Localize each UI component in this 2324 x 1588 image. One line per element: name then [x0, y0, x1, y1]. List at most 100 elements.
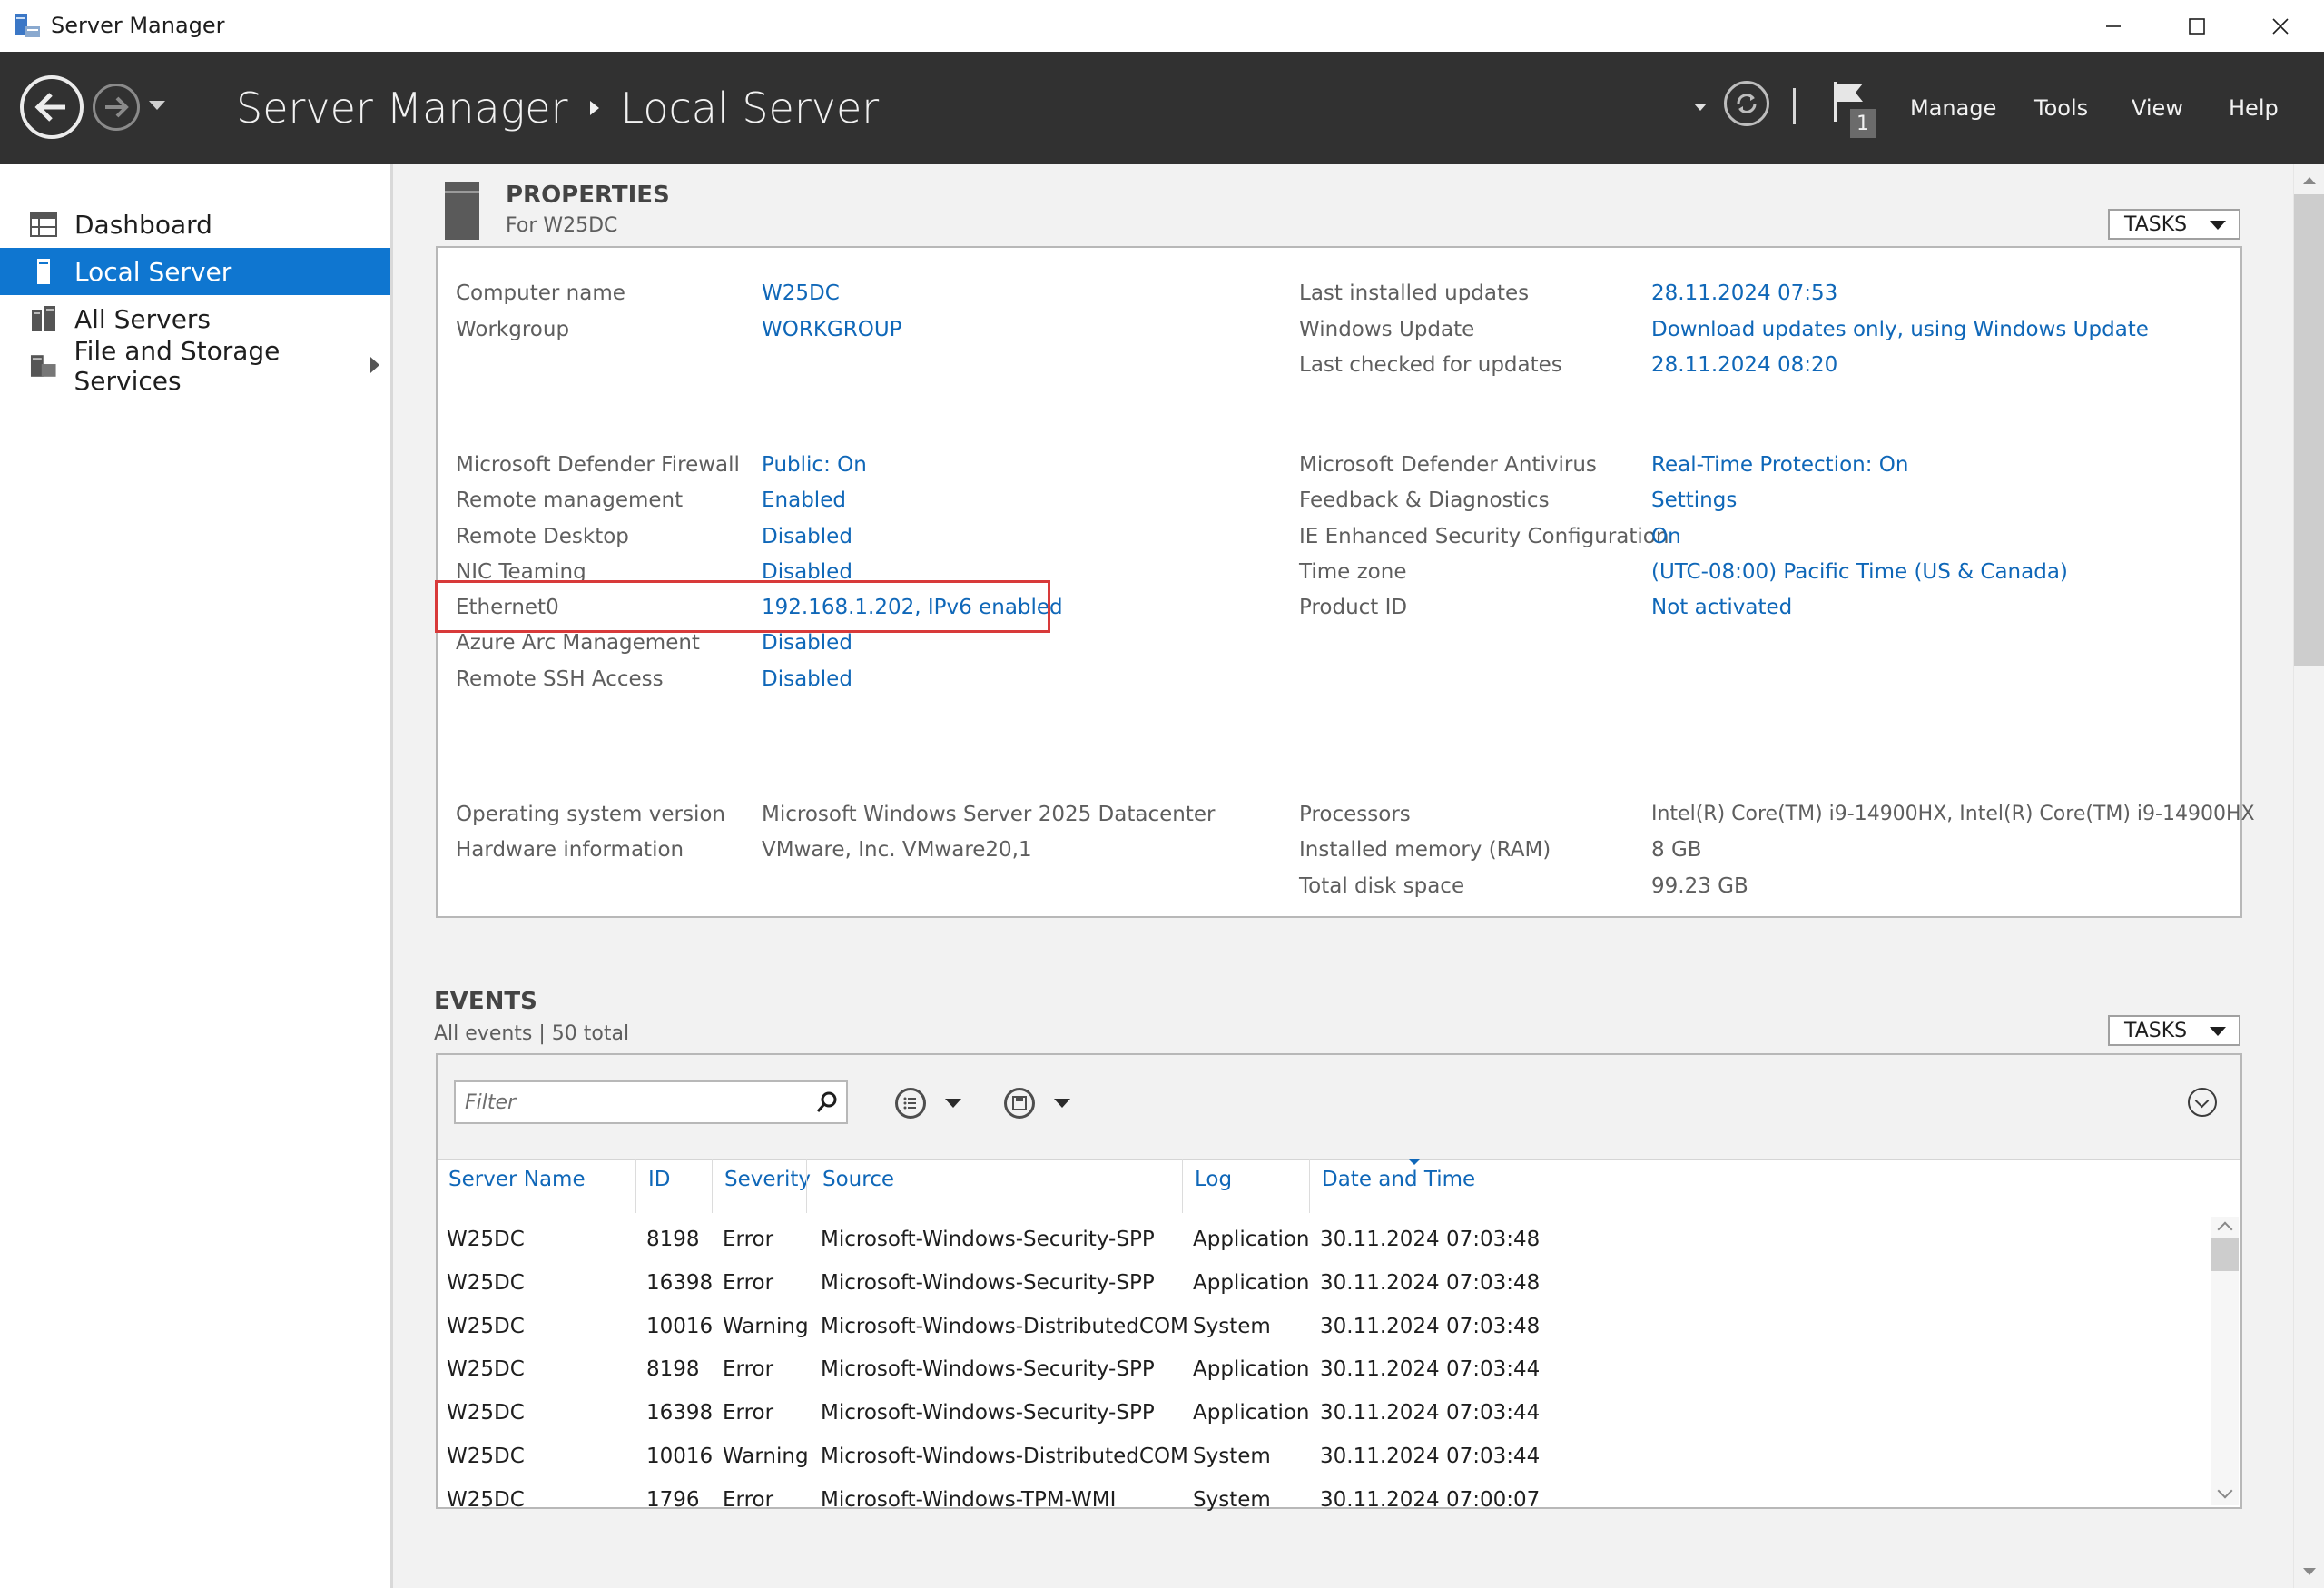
severity-cell[interactable]: Warning	[723, 1315, 809, 1338]
notifications-button[interactable]: 1	[1830, 80, 1885, 138]
server-name-cell[interactable]: W25DC	[447, 1488, 525, 1512]
log-cell[interactable]: Application	[1193, 1357, 1310, 1381]
severity-cell[interactable]: Error	[723, 1271, 773, 1295]
firewall-link[interactable]: Public: On	[762, 453, 867, 477]
scrollbar-thumb[interactable]	[2211, 1238, 2239, 1271]
menu-manage[interactable]: Manage	[1910, 95, 1996, 121]
source-cell[interactable]: Microsoft-Windows-DistributedCOM	[821, 1445, 1188, 1468]
main-scrollbar[interactable]	[2293, 164, 2324, 1588]
server-name-cell[interactable]: W25DC	[447, 1315, 525, 1338]
log-cell[interactable]: System	[1193, 1315, 1271, 1338]
os-version-value: Microsoft Windows Server 2025 Datacenter	[762, 803, 1216, 826]
back-button[interactable]	[20, 75, 84, 139]
windows-update-link[interactable]: Download updates only, using Windows Upd…	[1651, 318, 2149, 341]
id-cell[interactable]: 10016	[646, 1315, 713, 1338]
severity-cell[interactable]: Error	[723, 1228, 773, 1251]
server-name-cell[interactable]: W25DC	[447, 1401, 525, 1425]
log-cell[interactable]: System	[1193, 1445, 1271, 1468]
events-tasks-button[interactable]: TASKS	[2108, 1015, 2240, 1046]
source-cell[interactable]: Microsoft-Windows-TPM-WMI	[821, 1488, 1116, 1512]
log-cell[interactable]: Application	[1193, 1271, 1310, 1295]
column-header-source[interactable]: Source	[822, 1168, 894, 1191]
source-cell[interactable]: Microsoft-Windows-Security-SPP	[821, 1357, 1155, 1381]
severity-cell[interactable]: Error	[723, 1401, 773, 1425]
minimize-button[interactable]	[2072, 0, 2155, 52]
column-header-log[interactable]: Log	[1195, 1168, 1232, 1191]
search-icon[interactable]	[815, 1090, 839, 1114]
history-dropdown-icon[interactable]	[149, 101, 165, 110]
server-name-cell[interactable]: W25DC	[447, 1228, 525, 1251]
last-installed-updates-link[interactable]: 28.11.2024 07:53	[1651, 281, 1837, 305]
date-time-cell[interactable]: 30.11.2024 07:03:44	[1320, 1445, 1540, 1468]
scroll-down-icon[interactable]	[2217, 1483, 2233, 1499]
filter-input[interactable]: Filter	[454, 1080, 848, 1124]
expand-chevron-icon[interactable]	[370, 357, 379, 373]
source-cell[interactable]: Microsoft-Windows-Security-SPP	[821, 1271, 1155, 1295]
column-header-id[interactable]: ID	[648, 1168, 671, 1191]
remote-management-link[interactable]: Enabled	[762, 488, 846, 512]
forward-button[interactable]	[93, 84, 140, 131]
server-name-cell[interactable]: W25DC	[447, 1357, 525, 1381]
save-query-dropdown-icon[interactable]	[1054, 1099, 1070, 1108]
date-time-cell[interactable]: 30.11.2024 07:03:48	[1320, 1228, 1540, 1251]
column-header-server-name[interactable]: Server Name	[448, 1168, 586, 1191]
remote-desktop-link[interactable]: Disabled	[762, 525, 852, 548]
scrollbar-thumb[interactable]	[2294, 194, 2324, 666]
log-cell[interactable]: Application	[1193, 1228, 1310, 1251]
breadcrumb-root[interactable]: Server Manager	[236, 84, 568, 133]
id-cell[interactable]: 10016	[646, 1445, 713, 1468]
scroll-up-icon[interactable]	[2217, 1221, 2233, 1238]
source-cell[interactable]: Microsoft-Windows-DistributedCOM	[821, 1315, 1188, 1338]
properties-tasks-button[interactable]: TASKS	[2108, 209, 2240, 240]
expand-collapse-button[interactable]	[2188, 1088, 2217, 1117]
id-cell[interactable]: 8198	[646, 1228, 700, 1251]
id-cell[interactable]: 16398	[646, 1401, 713, 1425]
menu-view[interactable]: View	[2132, 95, 2183, 121]
log-cell[interactable]: Application	[1193, 1401, 1310, 1425]
id-cell[interactable]: 16398	[646, 1271, 713, 1295]
maximize-button[interactable]	[2155, 0, 2239, 52]
last-checked-updates-link[interactable]: 28.11.2024 08:20	[1651, 353, 1837, 377]
header-dropdown-icon[interactable]	[1694, 104, 1707, 111]
time-zone-link[interactable]: (UTC-08:00) Pacific Time (US & Canada)	[1651, 560, 2068, 584]
date-time-cell[interactable]: 30.11.2024 07:03:48	[1320, 1271, 1540, 1295]
date-time-cell[interactable]: 30.11.2024 07:03:48	[1320, 1315, 1540, 1338]
log-cell[interactable]: System	[1193, 1488, 1271, 1512]
id-cell[interactable]: 8198	[646, 1357, 700, 1381]
scroll-down-icon[interactable]	[2303, 1568, 2316, 1575]
remote-ssh-link[interactable]: Disabled	[762, 667, 852, 691]
column-header-date-time[interactable]: Date and Time	[1322, 1168, 1475, 1191]
ie-esc-link[interactable]: On	[1651, 525, 1681, 548]
severity-cell[interactable]: Error	[723, 1357, 773, 1381]
sidebar-item-dashboard[interactable]: Dashboard	[0, 201, 390, 248]
date-time-cell[interactable]: 30.11.2024 07:00:07	[1320, 1488, 1540, 1512]
workgroup-link[interactable]: WORKGROUP	[762, 318, 902, 341]
severity-cell[interactable]: Warning	[723, 1445, 809, 1468]
close-button[interactable]	[2239, 0, 2322, 52]
list-options-dropdown-icon[interactable]	[945, 1099, 961, 1108]
menu-help[interactable]: Help	[2229, 95, 2279, 121]
refresh-button[interactable]	[1724, 81, 1769, 126]
sidebar-item-file-storage[interactable]: File and Storage Services	[0, 336, 390, 396]
save-query-button[interactable]	[1004, 1088, 1035, 1119]
menu-tools[interactable]: Tools	[2034, 95, 2088, 121]
column-header-severity[interactable]: Severity	[724, 1168, 811, 1191]
severity-cell[interactable]: Error	[723, 1488, 773, 1512]
computer-name-link[interactable]: W25DC	[762, 281, 840, 305]
date-time-cell[interactable]: 30.11.2024 07:03:44	[1320, 1401, 1540, 1425]
sidebar-item-local-server[interactable]: Local Server	[0, 248, 390, 295]
server-name-cell[interactable]: W25DC	[447, 1271, 525, 1295]
feedback-diagnostics-link[interactable]: Settings	[1651, 488, 1737, 512]
scroll-up-icon[interactable]	[2303, 177, 2316, 184]
azure-arc-link[interactable]: Disabled	[762, 631, 852, 655]
source-cell[interactable]: Microsoft-Windows-Security-SPP	[821, 1401, 1155, 1425]
list-options-button[interactable]	[895, 1088, 926, 1119]
date-time-cell[interactable]: 30.11.2024 07:03:44	[1320, 1357, 1540, 1381]
product-id-link[interactable]: Not activated	[1651, 596, 1792, 619]
source-cell[interactable]: Microsoft-Windows-Security-SPP	[821, 1228, 1155, 1251]
server-name-cell[interactable]: W25DC	[447, 1445, 525, 1468]
events-scrollbar[interactable]	[2211, 1217, 2239, 1505]
sidebar-item-label: File and Storage Services	[74, 336, 281, 396]
defender-antivirus-link[interactable]: Real-Time Protection: On	[1651, 453, 1908, 477]
id-cell[interactable]: 1796	[646, 1488, 700, 1512]
